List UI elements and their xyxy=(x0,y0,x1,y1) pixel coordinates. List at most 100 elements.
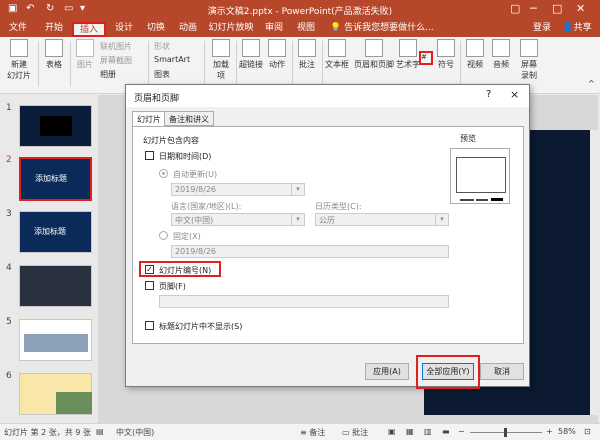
picture-button[interactable]: 图片 xyxy=(74,39,96,70)
slide-thumbnail[interactable] xyxy=(19,265,92,307)
screenshot-button[interactable]: 屏幕截图 xyxy=(100,55,132,66)
ribbon-display-icon[interactable]: ▢ xyxy=(510,2,520,15)
datetime-label: 日期和时间(D) xyxy=(159,152,212,161)
slide-thumbnail-selected[interactable]: 添加标题 xyxy=(19,157,92,201)
tab-transitions[interactable]: 切换 xyxy=(142,22,170,37)
slide-number-checkbox[interactable]: ✓ xyxy=(145,265,154,274)
fit-window-icon[interactable]: ⊡ xyxy=(584,427,591,436)
datetime-checkbox[interactable] xyxy=(145,151,154,160)
link-icon xyxy=(242,39,260,57)
tab-slideshow[interactable]: 幻灯片放映 xyxy=(206,22,256,37)
minimize-icon[interactable]: ─ xyxy=(530,2,537,15)
collapse-ribbon-icon[interactable]: ^ xyxy=(588,79,595,88)
tab-animations[interactable]: 动画 xyxy=(174,22,202,37)
date-format-combo[interactable]: 2019/8/26 ▾ xyxy=(171,183,305,196)
smartart-button[interactable]: SmartArt xyxy=(154,55,190,64)
footer-text-field[interactable] xyxy=(159,295,449,308)
zoom-level[interactable]: 58% xyxy=(558,427,576,436)
album-button[interactable]: 相册 xyxy=(100,69,116,80)
preview-box xyxy=(450,148,510,204)
addins-button[interactable]: 加载 项 xyxy=(208,39,234,81)
slideshow-view-icon[interactable]: ▬ xyxy=(442,427,450,436)
apply-all-button[interactable]: 全部应用(Y) xyxy=(422,363,474,380)
spellcheck-icon[interactable]: ▤ xyxy=(96,427,104,436)
video-button[interactable]: 视频 xyxy=(464,39,486,70)
footer-checkbox[interactable] xyxy=(145,281,154,290)
slide-thumbnail[interactable]: 添加标题 xyxy=(19,211,92,253)
title-bar: ▣ ↶ ↻ ▭ ▾ 演示文稿2.pptx - PowerPoint(产品激活失败… xyxy=(0,0,600,20)
ribbon-divider xyxy=(70,41,71,87)
textbox-button[interactable]: 文本框 xyxy=(324,39,350,70)
chart-button[interactable]: 图表 xyxy=(154,69,170,80)
comment-icon xyxy=(298,39,316,57)
calendar-combo[interactable]: 公历 ▾ xyxy=(315,213,449,226)
slide-number-icon[interactable]: # xyxy=(421,53,427,61)
tab-home[interactable]: 开始 xyxy=(40,22,68,37)
hide-on-title-checkbox[interactable] xyxy=(145,321,154,330)
language-label: 语言(国家/地区)(L): xyxy=(171,202,242,211)
login-link[interactable]: 登录 xyxy=(530,22,554,37)
tab-notes-handouts[interactable]: 备注和讲义 xyxy=(164,111,214,126)
auto-update-radio[interactable] xyxy=(159,169,168,178)
fixed-radio[interactable] xyxy=(159,231,168,240)
ribbon-divider xyxy=(236,41,237,87)
action-icon xyxy=(268,39,286,57)
cancel-button[interactable]: 取消 xyxy=(480,363,524,380)
comments-button[interactable]: ▭ 批注 xyxy=(342,427,368,438)
screen-record-button[interactable]: 屏幕 录制 xyxy=(516,39,542,81)
link-button[interactable]: 超链接 xyxy=(238,39,264,70)
new-slide-button[interactable]: 新建 幻灯片 xyxy=(4,39,34,81)
slide-thumbnail[interactable] xyxy=(19,105,92,147)
table-button[interactable]: 表格 xyxy=(42,39,66,70)
tab-file[interactable]: 文件 xyxy=(4,22,32,37)
zoom-slider-thumb[interactable] xyxy=(504,428,507,437)
close-dialog-icon[interactable]: × xyxy=(510,88,519,101)
reading-view-icon[interactable]: ▥ xyxy=(424,427,432,436)
audio-icon xyxy=(492,39,510,57)
symbol-button[interactable]: 符号 xyxy=(436,39,456,70)
audio-button[interactable]: 音频 xyxy=(490,39,512,70)
language-status[interactable]: 中文(中国) xyxy=(116,427,154,438)
help-button[interactable]: ? xyxy=(486,89,491,100)
notes-button[interactable]: ≡ 备注 xyxy=(300,427,325,438)
auto-update-label: 自动更新(U) xyxy=(173,170,218,179)
tab-slide[interactable]: 幻灯片 xyxy=(132,111,166,127)
share-button[interactable]: 👤共享 xyxy=(558,22,596,37)
status-bar: 幻灯片 第 2 张，共 9 张 ▤ 中文(中国) ≡ 备注 ▭ 批注 ▣ ▦ ▥… xyxy=(0,423,600,440)
fixed-date-field[interactable]: 2019/8/26 xyxy=(171,245,449,258)
normal-view-icon[interactable]: ▣ xyxy=(388,427,396,436)
preview-footer-placeholder xyxy=(476,199,488,201)
close-window-icon[interactable]: ✕ xyxy=(576,2,585,15)
zoom-in-icon[interactable]: + xyxy=(546,427,553,436)
tab-view[interactable]: 视图 xyxy=(292,22,320,37)
footer-label: 页脚(F) xyxy=(159,282,186,291)
action-button[interactable]: 动作 xyxy=(266,39,288,70)
shapes-button[interactable]: 形状 xyxy=(154,41,170,52)
tab-insert[interactable]: 插入 xyxy=(72,22,106,37)
preview-label: 预览 xyxy=(460,134,476,143)
comment-button[interactable]: 批注 xyxy=(296,39,318,70)
header-footer-button[interactable]: 页眉和页脚 xyxy=(352,39,396,70)
ribbon-divider xyxy=(38,41,39,87)
slide-thumbnail[interactable] xyxy=(19,319,92,361)
wordart-icon xyxy=(399,39,417,57)
maximize-icon[interactable]: □ xyxy=(552,2,562,15)
online-pictures-button[interactable]: 联机图片 xyxy=(100,41,132,52)
slide-thumbnail[interactable] xyxy=(19,373,92,415)
apply-button[interactable]: 应用(A) xyxy=(365,363,409,380)
language-combo[interactable]: 中文(中国) ▾ xyxy=(171,213,305,226)
textbox-icon xyxy=(328,39,346,57)
tab-review[interactable]: 审阅 xyxy=(260,22,288,37)
tab-design[interactable]: 设计 xyxy=(110,22,138,37)
sorter-view-icon[interactable]: ▦ xyxy=(406,427,414,436)
ribbon-divider xyxy=(148,41,149,87)
thumb-number: 1 xyxy=(6,103,12,113)
slide-counter: 幻灯片 第 2 张，共 9 张 xyxy=(4,428,91,437)
new-slide-icon xyxy=(10,39,28,57)
wordart-button[interactable]: 艺术字 xyxy=(396,39,420,70)
tell-me-box[interactable]: 💡 告诉我您想要做什么... xyxy=(330,22,454,37)
thumb-number: 4 xyxy=(6,263,12,273)
vertical-scrollbar[interactable] xyxy=(590,130,598,415)
chevron-down-icon: ▾ xyxy=(291,214,304,225)
zoom-out-icon[interactable]: − xyxy=(458,427,465,436)
